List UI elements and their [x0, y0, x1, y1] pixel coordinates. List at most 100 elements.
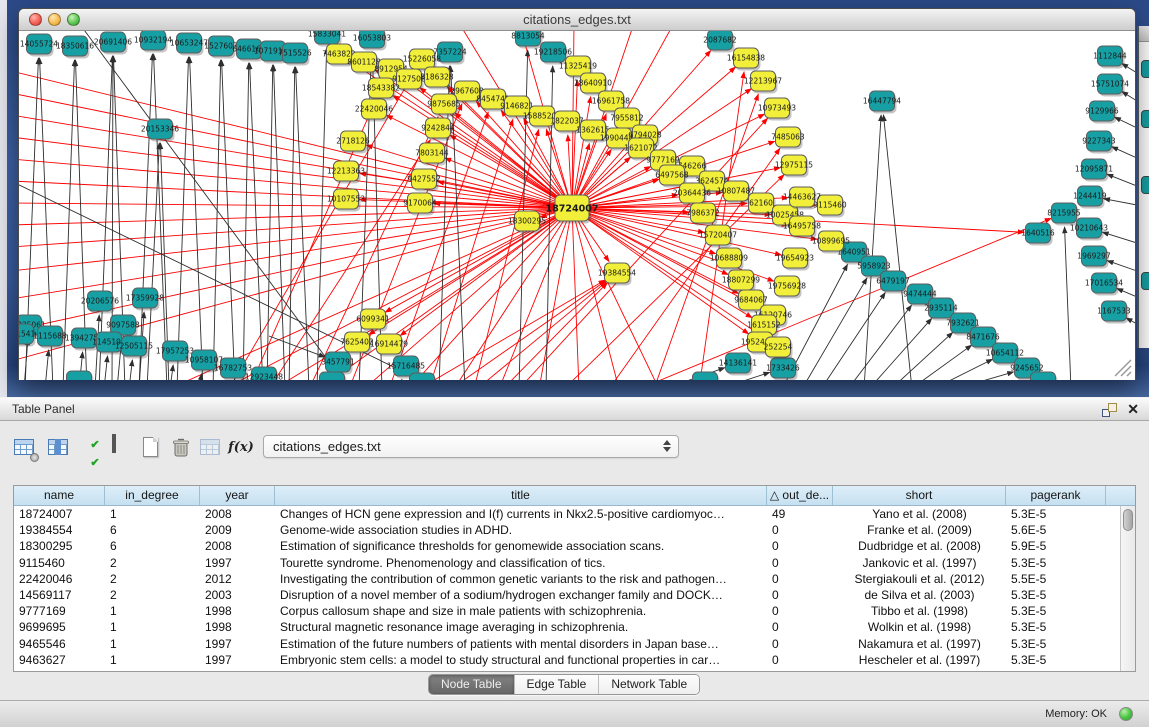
- table-cell[interactable]: 0: [767, 538, 833, 554]
- column-header-name[interactable]: name: [14, 486, 105, 505]
- graph-node[interactable]: 3457791: [321, 352, 355, 375]
- column-header-title[interactable]: title: [275, 486, 767, 505]
- table-cell[interactable]: 5.3E-5: [1006, 506, 1106, 522]
- table-cell[interactable]: 1997: [200, 652, 275, 668]
- table-cell[interactable]: Stergiakouli et al. (2012): [833, 571, 1006, 587]
- function-builder-icon[interactable]: f(x): [228, 435, 254, 461]
- table-cell[interactable]: 9463627: [14, 652, 105, 668]
- graph-node[interactable]: 7986372: [686, 203, 720, 226]
- graph-node[interactable]: 1244419: [1073, 186, 1107, 209]
- tab-node-table[interactable]: Node Table: [429, 675, 515, 694]
- graph-node[interactable]: 17359928: [126, 288, 164, 311]
- scrollbar-thumb[interactable]: [1123, 509, 1133, 531]
- table-cell[interactable]: 0: [767, 619, 833, 635]
- graph-node[interactable]: 10688809: [710, 248, 748, 271]
- graph-node[interactable]: 7485063: [771, 127, 805, 150]
- table-cell[interactable]: Changes of HCN gene expression and I(f) …: [275, 506, 767, 522]
- table-cell[interactable]: 9699695: [14, 619, 105, 635]
- table-cell[interactable]: Estimation of the future numbers of pati…: [275, 636, 767, 652]
- table-cell[interactable]: 5.3E-5: [1006, 619, 1106, 635]
- column-header-out_de[interactable]: △ out_de...: [767, 486, 833, 505]
- table-cell[interactable]: 14569117: [14, 587, 105, 603]
- graph-node[interactable]: [67, 371, 94, 380]
- table-cell[interactable]: 0: [767, 603, 833, 619]
- window-resize-grip[interactable]: [1115, 360, 1131, 376]
- table-cell[interactable]: Jankovic et al. (1997): [833, 555, 1006, 571]
- table-cell[interactable]: 1: [105, 636, 200, 652]
- column-header-short[interactable]: short: [833, 486, 1006, 505]
- table-cell[interactable]: Tibbo et al. (1998): [833, 603, 1006, 619]
- graph-node[interactable]: 7803144: [415, 143, 449, 166]
- close-window-button[interactable]: [29, 13, 42, 26]
- graph-node[interactable]: 12095871: [1075, 159, 1113, 182]
- table-cell[interactable]: Embryonic stem cells: a model to study s…: [275, 652, 767, 668]
- graph-node[interactable]: 19756928: [768, 276, 806, 299]
- graph-node[interactable]: 10973493: [758, 98, 796, 121]
- graph-node[interactable]: 1733426: [766, 358, 800, 380]
- graph-node[interactable]: 8186328: [420, 67, 454, 90]
- graph-node[interactable]: 22420046: [355, 99, 393, 122]
- close-panel-icon[interactable]: ✕: [1127, 401, 1139, 418]
- network-canvas[interactable]: 1405572418350616206914061093219410653247…: [19, 31, 1135, 380]
- graph-node[interactable]: 9875685: [427, 94, 461, 117]
- table-cell[interactable]: 0: [767, 652, 833, 668]
- graph-node[interactable]: 19654923: [776, 248, 814, 271]
- table-cell[interactable]: 1998: [200, 619, 275, 635]
- graph-node[interactable]: 12975115: [775, 155, 813, 178]
- graph-node[interactable]: 9129966: [1085, 101, 1119, 124]
- table-cell[interactable]: Corpus callosum shape and size in male p…: [275, 603, 767, 619]
- graph-node[interactable]: 2718126: [336, 131, 370, 154]
- graph-node[interactable]: 14136141: [719, 353, 757, 376]
- table-cell[interactable]: 2008: [200, 506, 275, 522]
- table-cell[interactable]: de Silva et al. (2003): [833, 587, 1006, 603]
- table-cell[interactable]: 5.3E-5: [1006, 652, 1106, 668]
- table-cell[interactable]: 2008: [200, 538, 275, 554]
- table-cell[interactable]: Investigating the contribution of common…: [275, 571, 767, 587]
- table-cell[interactable]: Structural magnetic resonance image aver…: [275, 619, 767, 635]
- graph-node[interactable]: 14055724: [20, 34, 58, 57]
- table-cell[interactable]: 2: [105, 555, 200, 571]
- graph-node[interactable]: 2087682: [703, 31, 737, 53]
- table-cell[interactable]: 1: [105, 652, 200, 668]
- table-cell[interactable]: Wolkin et al. (1998): [833, 619, 1006, 635]
- table-cell[interactable]: 18724007: [14, 506, 105, 522]
- column-header-year[interactable]: year: [200, 486, 275, 505]
- graph-node[interactable]: 1969297: [1077, 246, 1111, 269]
- column-header-in_degree[interactable]: in_degree: [105, 486, 200, 505]
- table-cell[interactable]: 5.3E-5: [1006, 555, 1106, 571]
- table-cell[interactable]: 1998: [200, 603, 275, 619]
- tab-network-table[interactable]: Network Table: [599, 675, 699, 694]
- table-cell[interactable]: 2012: [200, 571, 275, 587]
- table-cell[interactable]: 1: [105, 506, 200, 522]
- graph-node[interactable]: 16154838: [727, 48, 765, 71]
- table-settings-icon[interactable]: [12, 435, 38, 461]
- zoom-window-button[interactable]: [67, 13, 80, 26]
- table-cell[interactable]: 0: [767, 522, 833, 538]
- table-cell[interactable]: 1: [105, 619, 200, 635]
- table-cell[interactable]: 5.9E-5: [1006, 538, 1106, 554]
- graph-node[interactable]: 9227343: [1082, 131, 1116, 154]
- table-cell[interactable]: 9465546: [14, 636, 105, 652]
- table-cell[interactable]: 0: [767, 587, 833, 603]
- table-scrollbar[interactable]: [1120, 506, 1135, 671]
- table-row[interactable]: 946554611997Estimation of the future num…: [14, 636, 1135, 652]
- table-cell[interactable]: 49: [767, 506, 833, 522]
- table-row[interactable]: 1938455462009Genome-wide association stu…: [14, 522, 1135, 538]
- trash-icon[interactable]: [168, 435, 194, 461]
- table-row[interactable]: 1830029562008Estimation of significance …: [14, 538, 1135, 554]
- table-row[interactable]: 977716911998Corpus callosum shape and si…: [14, 603, 1135, 619]
- table-row[interactable]: 911546021997Tourette syndrome. Phenomeno…: [14, 555, 1135, 571]
- table-cell[interactable]: 5.3E-5: [1006, 636, 1106, 652]
- table-cell[interactable]: 19384554: [14, 522, 105, 538]
- table-cell[interactable]: 0: [767, 636, 833, 652]
- graph-node[interactable]: [320, 372, 347, 380]
- graph-node[interactable]: 16914479: [370, 334, 408, 357]
- table-row[interactable]: 2242004622012Investigating the contribut…: [14, 571, 1135, 587]
- column-header-pagerank[interactable]: pagerank: [1006, 486, 1106, 505]
- graph-node[interactable]: 1640516: [1021, 223, 1055, 246]
- select-rows-icon[interactable]: ✔✔: [82, 435, 108, 461]
- table-cell[interactable]: Yano et al. (2008): [833, 506, 1006, 522]
- new-table-icon[interactable]: [138, 435, 164, 461]
- graph-node[interactable]: [693, 372, 720, 380]
- graph-node[interactable]: 18807299: [722, 270, 760, 293]
